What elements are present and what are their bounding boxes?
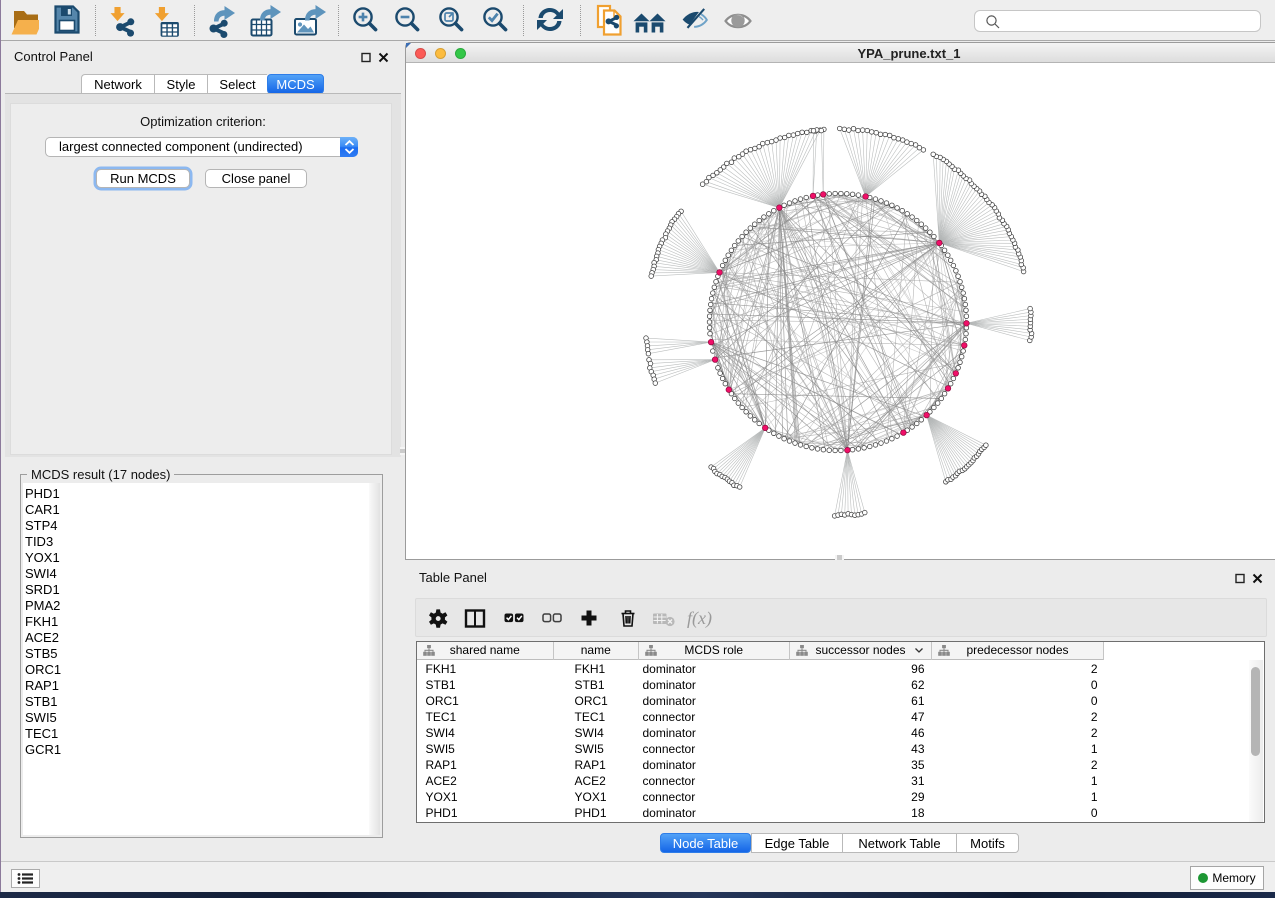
svg-text:f(x): f(x) bbox=[687, 608, 712, 629]
